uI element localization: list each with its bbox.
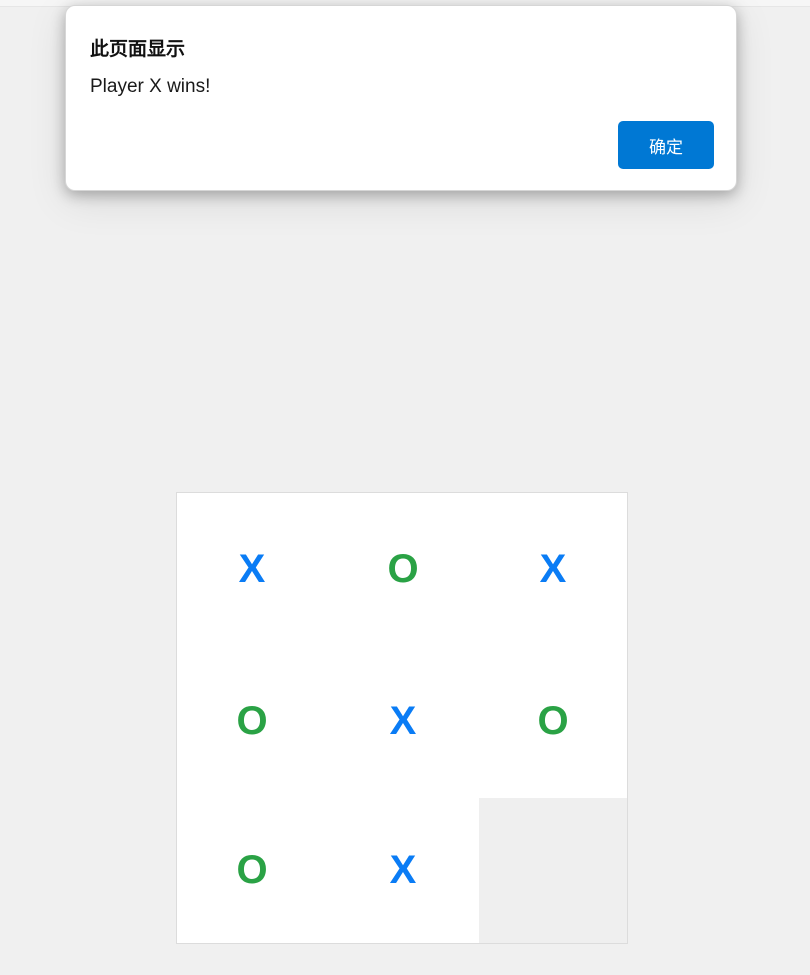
board-cell-2[interactable]: O (327, 493, 479, 645)
alert-dialog: 此页面显示 Player X wins! 确定 (65, 5, 737, 191)
board-cell-1[interactable]: X (177, 493, 327, 645)
board-cell-4[interactable]: O (177, 645, 327, 798)
board-cell-7[interactable]: O (177, 798, 327, 943)
ok-button[interactable]: 确定 (618, 121, 714, 169)
board-cell-9[interactable] (479, 798, 627, 943)
dialog-title: 此页面显示 (90, 38, 186, 60)
board-cell-8[interactable]: X (327, 798, 479, 943)
board-cell-6[interactable]: O (479, 645, 627, 798)
board-cell-3[interactable]: X (479, 493, 627, 645)
dialog-message: Player X wins! (90, 76, 211, 97)
board-cell-5[interactable]: X (327, 645, 479, 798)
tic-tac-toe-board: X O X O X O O X (176, 492, 628, 944)
